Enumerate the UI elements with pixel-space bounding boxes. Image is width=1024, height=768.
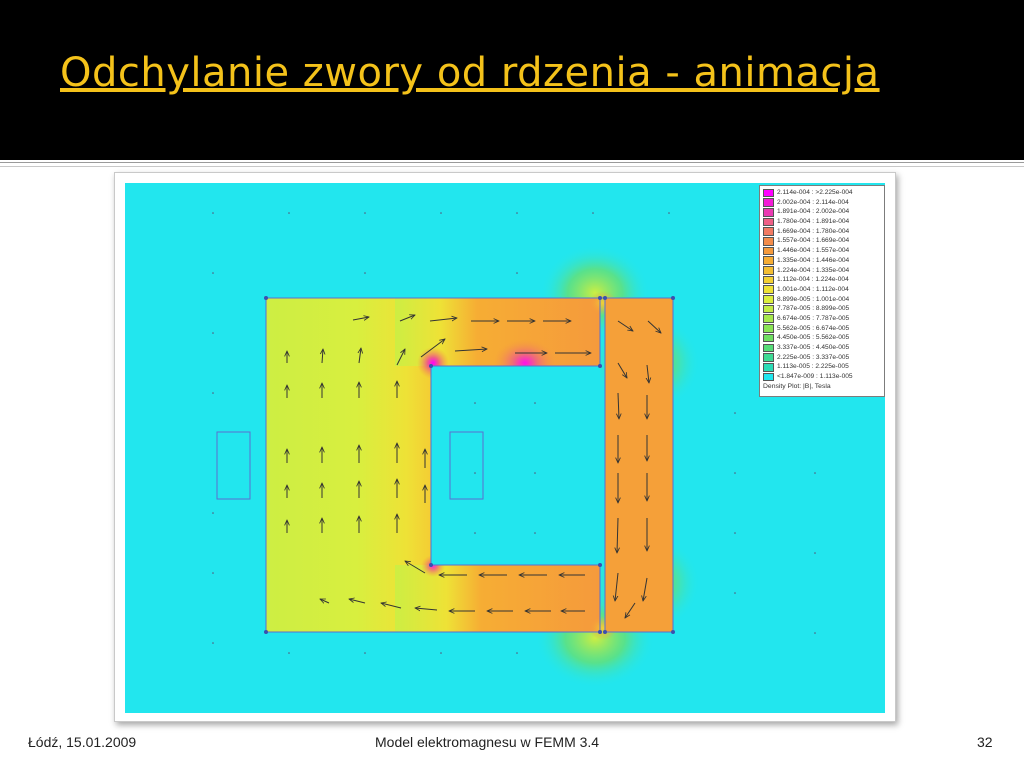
- legend-swatch: [763, 236, 774, 246]
- slide-title: Odchylanie zwory od rdzenia - animacja: [60, 50, 880, 96]
- legend-swatch: [763, 343, 774, 353]
- legend-swatch: [763, 227, 774, 236]
- legend-label: 1.112e-004 : 1.224e-004: [777, 276, 849, 284]
- legend-swatch: [763, 372, 774, 382]
- core-window: [431, 366, 600, 565]
- legend-caption: Density Plot: |B|, Tesla: [763, 382, 831, 390]
- title-bar: Odchylanie zwory od rdzenia - animacja: [0, 0, 1024, 160]
- legend-label: 6.674e-005 : 7.787e-005: [777, 314, 850, 322]
- legend-swatch: [763, 304, 774, 314]
- legend-label: 1.557e-004 : 1.669e-004: [777, 237, 850, 245]
- legend-swatch: [763, 266, 774, 275]
- legend-swatch: [763, 275, 774, 285]
- legend-label: 1.001e-004 : 1.112e-004: [777, 285, 849, 293]
- legend-label: 2.002e-004 : 2.114e-004: [777, 198, 849, 206]
- legend-swatch: [763, 314, 774, 324]
- header-divider: [0, 162, 1024, 163]
- legend-entry: 6.674e-005 : 7.787e-005: [763, 314, 881, 324]
- legend-entry: 5.562e-005 : 6.674e-005: [763, 324, 881, 334]
- legend-label: 1.780e-004 : 1.891e-004: [777, 218, 850, 226]
- legend-label: 2.114e-004 : >2.225e-004: [777, 189, 853, 196]
- femm-density-plot-image: 2.114e-004 : >2.225e-004 2.002e-004 : 2.1…: [114, 172, 896, 722]
- legend-swatch: [763, 246, 774, 256]
- legend-entry: 1.557e-004 : 1.669e-004: [763, 236, 881, 246]
- legend-swatch: [763, 362, 774, 372]
- legend-entry: <1.847e-009 : 1.113e-005: [763, 372, 881, 382]
- legend-entry: 2.002e-004 : 2.114e-004: [763, 198, 881, 208]
- legend-entry: 4.450e-005 : 5.562e-005: [763, 333, 881, 343]
- legend-swatch: [763, 198, 774, 207]
- legend-label: 7.787e-005 : 8.899e-005: [777, 305, 850, 313]
- legend-entry: 3.337e-005 : 4.450e-005: [763, 343, 881, 353]
- legend-label: 1.446e-004 : 1.557e-004: [777, 247, 850, 255]
- legend-swatch: [763, 295, 774, 304]
- legend-swatch: [763, 353, 774, 362]
- legend-label: 8.899e-005 : 1.001e-004: [777, 295, 850, 303]
- legend-entry: 1.001e-004 : 1.112e-004: [763, 285, 881, 295]
- slide-number: 32: [977, 734, 993, 750]
- legend-label: <1.847e-009 : 1.113e-005: [777, 373, 853, 381]
- legend-entry: 1.891e-004 : 2.002e-004: [763, 207, 881, 217]
- legend-label: 1.113e-005 : 2.225e-005: [777, 363, 849, 371]
- legend-entry: 7.787e-005 : 8.899e-005: [763, 304, 881, 314]
- density-legend: 2.114e-004 : >2.225e-004 2.002e-004 : 2.1…: [759, 185, 885, 397]
- legend-swatch: [763, 217, 774, 227]
- legend-entry: 1.113e-005 : 2.225e-005: [763, 362, 881, 372]
- legend-entry: 1.669e-004 : 1.780e-004: [763, 227, 881, 237]
- legend-entry: 8.899e-005 : 1.001e-004: [763, 295, 881, 305]
- footer-date: Łódź, 15.01.2009: [28, 734, 137, 750]
- legend-label: 4.450e-005 : 5.562e-005: [777, 334, 850, 342]
- legend-label: 1.335e-004 : 1.446e-004: [777, 256, 850, 264]
- legend-label: 5.562e-005 : 6.674e-005: [777, 324, 850, 332]
- legend-label: 1.891e-004 : 2.002e-004: [777, 208, 850, 216]
- legend-swatch: [763, 333, 774, 343]
- legend-swatch: [763, 188, 774, 198]
- legend-entry: 1.112e-004 : 1.224e-004: [763, 275, 881, 285]
- armature-shade: [605, 298, 673, 632]
- legend-label: 3.337e-005 : 4.450e-005: [777, 344, 850, 351]
- legend-entry: 2.114e-004 : >2.225e-004: [763, 188, 881, 198]
- header-divider-secondary: [0, 166, 1024, 167]
- legend-label: 1.669e-004 : 1.780e-004: [777, 227, 850, 235]
- legend-label: 1.224e-004 : 1.335e-004: [777, 266, 850, 274]
- legend-entry: 2.225e-005 : 3.337e-005: [763, 353, 881, 363]
- legend-swatch: [763, 285, 774, 295]
- legend-swatch: [763, 256, 774, 265]
- legend-entries: 2.114e-004 : >2.225e-004 2.002e-004 : 2.1…: [763, 188, 881, 382]
- legend-swatch: [763, 207, 774, 217]
- legend-entry: 1.780e-004 : 1.891e-004: [763, 217, 881, 227]
- footer-caption: Model elektromagnesu w FEMM 3.4: [375, 734, 600, 750]
- legend-entry: 1.335e-004 : 1.446e-004: [763, 256, 881, 266]
- legend-entry: 1.224e-004 : 1.335e-004: [763, 266, 881, 276]
- legend-entry: 1.446e-004 : 1.557e-004: [763, 246, 881, 256]
- legend-label: 2.225e-005 : 3.337e-005: [777, 353, 850, 361]
- legend-swatch: [763, 324, 774, 333]
